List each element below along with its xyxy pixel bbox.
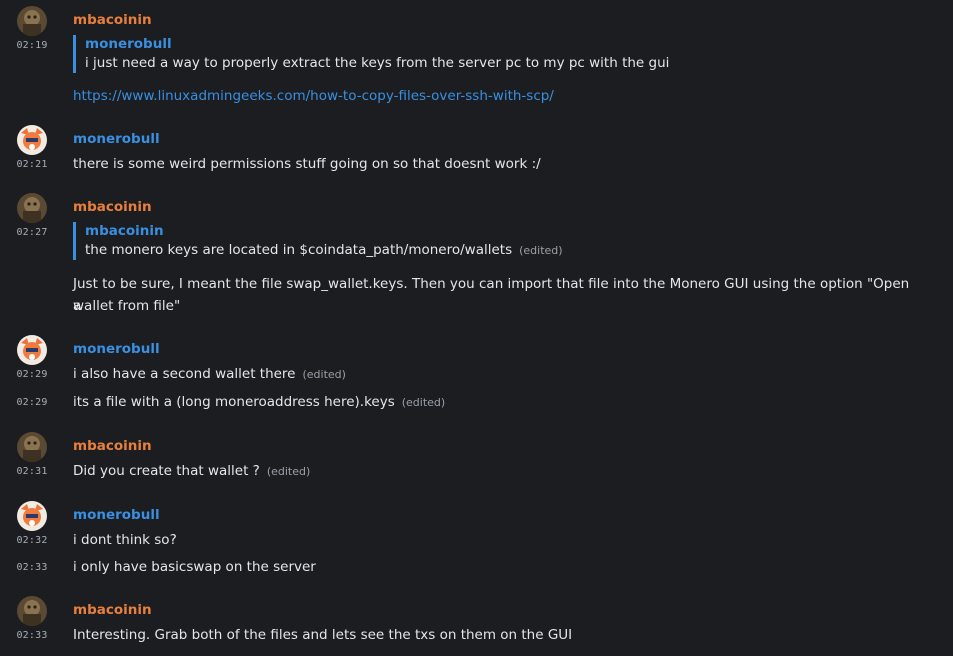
message-text: i also have a second wallet there (edited… [73, 363, 913, 386]
message-link[interactable]: https://www.linuxadmingeeks.com/how-to-c… [73, 88, 554, 104]
avatar-mbacoinin[interactable] [17, 6, 47, 36]
message-timestamp: 02:29 [16, 369, 48, 380]
quote-text: i just need a way to properly extract th… [85, 55, 670, 71]
author-name[interactable]: mbacoinin [73, 437, 152, 455]
message-text: its a file with a (long moneroaddress he… [73, 391, 913, 414]
author-name[interactable]: monerobull [73, 130, 160, 148]
message-timestamp: 02:33 [16, 562, 48, 573]
edited-tag: (edited) [401, 396, 446, 409]
message-text-continued: wallet from file" [73, 298, 181, 314]
edited-tag: (edited) [302, 368, 346, 381]
reply-quote[interactable]: monerobull i just need a way to properly… [73, 35, 669, 73]
message-text: i dont think so? [73, 532, 177, 548]
author-name[interactable]: mbacoinin [73, 11, 152, 29]
message-text: https://www.linuxadmingeeks.com/how-to-c… [73, 85, 913, 107]
avatar-mbacoinin[interactable] [17, 596, 47, 626]
message-text: there is some weird permissions stuff go… [73, 156, 541, 172]
avatar-mbacoinin[interactable] [17, 193, 47, 223]
message-timestamp: 02:32 [16, 535, 48, 546]
avatar-monerobull[interactable] [17, 335, 47, 365]
message-text-content: Did you create that wallet ? [73, 463, 260, 479]
message-timestamp: 02:29 [16, 397, 48, 408]
author-name[interactable]: mbacoinin [73, 601, 152, 619]
edited-tag: (edited) [266, 465, 311, 478]
quote-author: mbacoinin [85, 223, 164, 239]
author-name[interactable]: monerobull [73, 340, 160, 358]
quote-text: the monero keys are located in $coindata… [85, 241, 563, 260]
reply-quote[interactable]: mbacoinin the monero keys are located in… [73, 222, 563, 260]
message-text: Interesting. Grab both of the files and … [73, 627, 573, 643]
avatar-monerobull[interactable] [17, 501, 47, 531]
avatar-monerobull[interactable] [17, 125, 47, 155]
author-name[interactable]: monerobull [73, 506, 160, 524]
message-timestamp: 02:33 [16, 630, 48, 641]
message-text: Did you create that wallet ? (edited) [73, 460, 913, 483]
message-timestamp: 02:27 [16, 227, 48, 238]
message-text-content: its a file with a (long moneroaddress he… [73, 394, 395, 410]
author-name[interactable]: mbacoinin [73, 198, 152, 216]
message-timestamp: 02:21 [16, 159, 48, 170]
message-text: i only have basicswap on the server [73, 559, 316, 575]
quote-text-content: the monero keys are located in $coindata… [85, 242, 513, 258]
message-timestamp: 02:31 [16, 466, 48, 477]
avatar-mbacoinin[interactable] [17, 432, 47, 462]
message-text-content: i also have a second wallet there [73, 366, 296, 382]
quote-author: monerobull [85, 36, 172, 52]
edited-tag: (edited) [519, 244, 563, 257]
message-timestamp: 02:19 [16, 40, 48, 51]
